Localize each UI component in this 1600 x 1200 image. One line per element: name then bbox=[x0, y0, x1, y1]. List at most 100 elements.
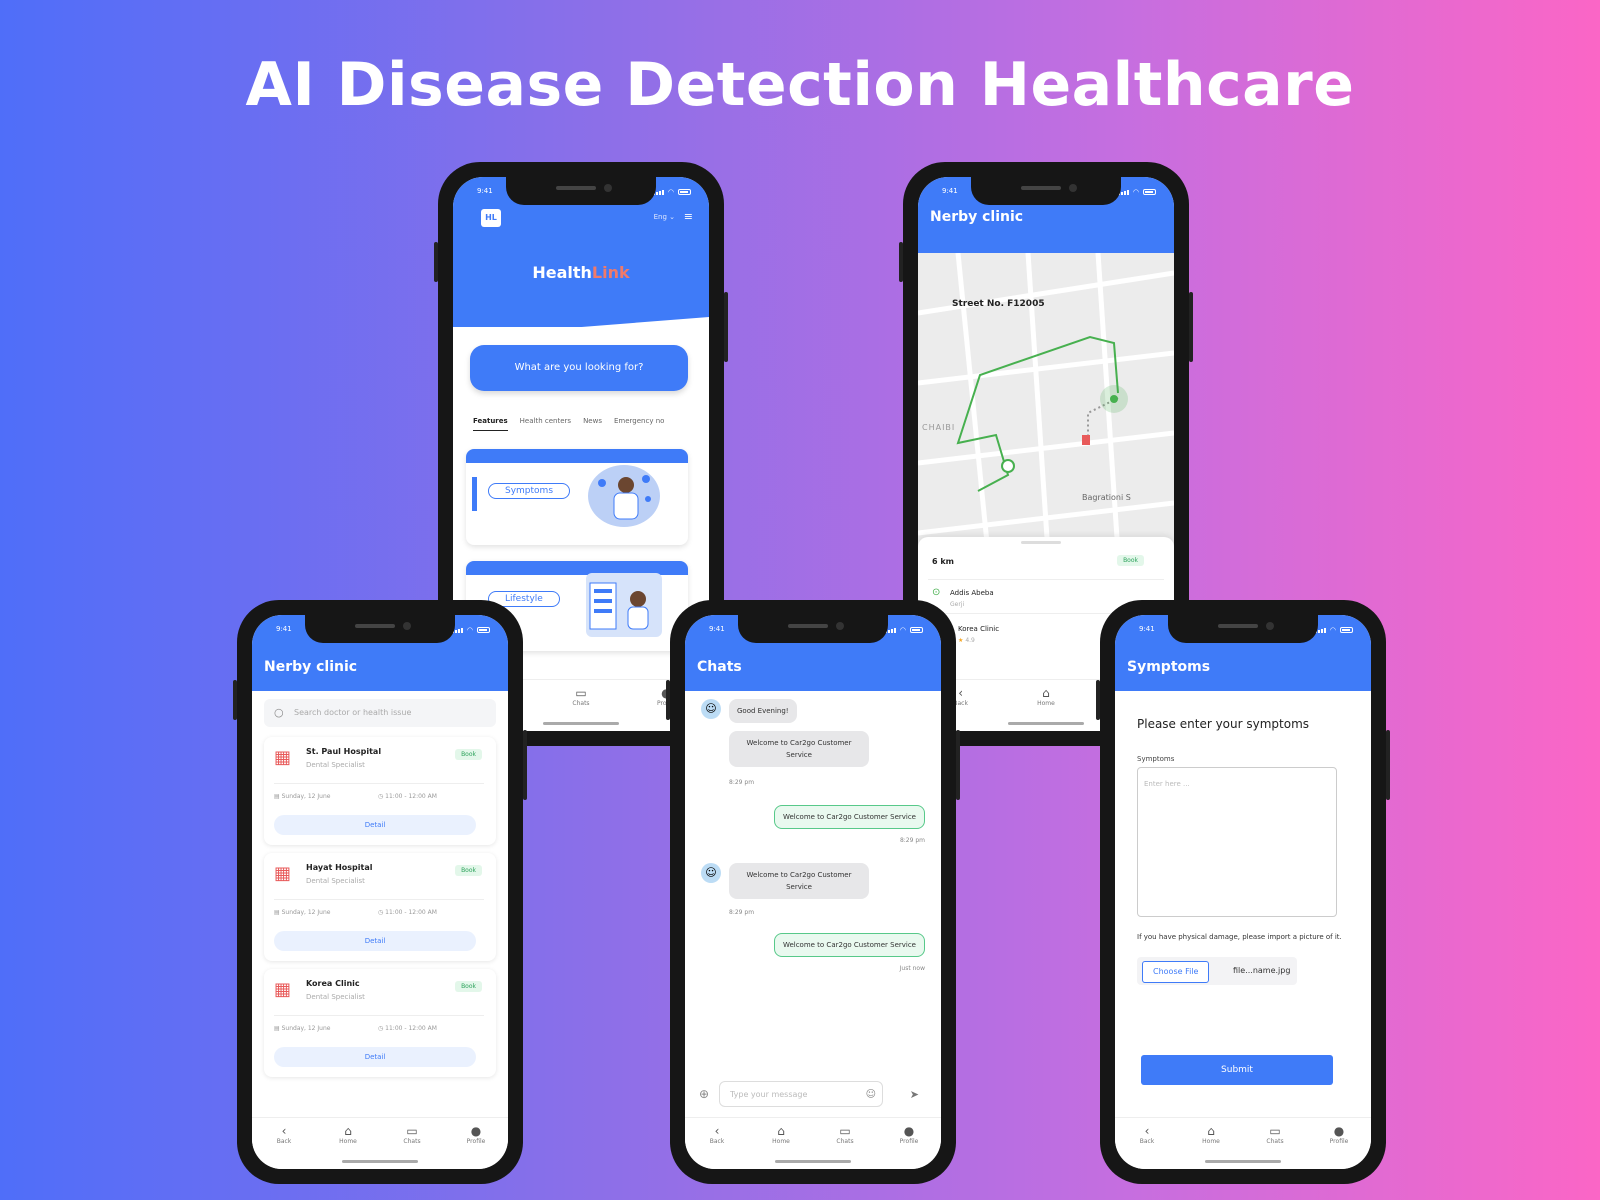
clinic-time-value: 11:00 - 12:00 AM bbox=[385, 793, 437, 800]
message-incoming: Welcome to Car2go Customer Service bbox=[729, 863, 869, 899]
tab-health-centers[interactable]: Health centers bbox=[520, 417, 571, 431]
tab-back[interactable]: ‹ Back bbox=[264, 1124, 304, 1169]
symptoms-placeholder: Enter here ... bbox=[1144, 780, 1190, 788]
tab-news[interactable]: News bbox=[583, 417, 602, 431]
tab-home-label: Home bbox=[339, 1138, 357, 1145]
book-button[interactable]: Book bbox=[455, 749, 482, 760]
chat-icon: ▭ bbox=[406, 1124, 418, 1138]
back-icon: ‹ bbox=[281, 1124, 287, 1138]
calendar-icon: ▤ bbox=[274, 1025, 280, 1032]
status-time: 9:41 bbox=[477, 187, 493, 195]
header-wedge bbox=[453, 317, 709, 337]
doctor-illustration bbox=[588, 465, 660, 527]
back-icon: ‹ bbox=[1144, 1124, 1150, 1138]
clinic-time: ◷ 11:00 - 12:00 AM bbox=[378, 909, 437, 916]
status-time: 9:41 bbox=[276, 625, 292, 633]
chat-title: Chats bbox=[697, 659, 742, 675]
tab-profile[interactable]: ●Profile bbox=[889, 1124, 929, 1169]
tab-back[interactable]: ‹ Back bbox=[697, 1124, 737, 1169]
tab-features[interactable]: Features bbox=[473, 417, 508, 431]
profile-icon: ● bbox=[1333, 1124, 1345, 1138]
clinic-date-value: Sunday, 12 June bbox=[281, 793, 331, 800]
tab-chats-label: Chats bbox=[1266, 1138, 1284, 1145]
status-time: 9:41 bbox=[709, 625, 725, 633]
street-label: Street No. F12005 bbox=[952, 299, 1045, 309]
choose-file-button[interactable]: Choose File bbox=[1142, 961, 1210, 983]
emoji-icon[interactable]: ☺ bbox=[866, 1082, 876, 1108]
clinic-list-screen: Nerby clinic 9:41 ◠ ○ Search doctor or hea… bbox=[252, 615, 508, 1169]
clinic-date: ▤ Sunday, 12 June bbox=[274, 1025, 330, 1032]
book-button[interactable]: Book bbox=[1117, 555, 1144, 566]
detail-button[interactable]: Detail bbox=[274, 931, 476, 951]
book-button[interactable]: Book bbox=[455, 981, 482, 992]
sheet-handle[interactable] bbox=[1021, 541, 1061, 544]
feature-card-symptoms[interactable]: Symptoms bbox=[466, 449, 688, 545]
battery-icon bbox=[1143, 189, 1156, 195]
wifi-icon: ◠ bbox=[466, 626, 473, 634]
clinic-date: ▤ Sunday, 12 June bbox=[274, 793, 330, 800]
battery-icon bbox=[910, 627, 923, 633]
clinic-specialty: Dental Specialist bbox=[306, 877, 365, 885]
tab-profile-label: Profile bbox=[1329, 1138, 1349, 1145]
clinic-name: Korea Clinic bbox=[958, 625, 1000, 633]
tab-profile[interactable]: ●Profile bbox=[456, 1124, 496, 1169]
brand-health: Health bbox=[532, 263, 592, 282]
upload-note: If you have physical damage, please impo… bbox=[1137, 933, 1342, 941]
detail-button[interactable]: Detail bbox=[274, 815, 476, 835]
home-icon: ⌂ bbox=[1207, 1124, 1215, 1138]
file-input: Choose File file...name.jpg bbox=[1137, 957, 1297, 985]
tab-back[interactable]: ‹ Back bbox=[1127, 1124, 1167, 1169]
clinic-rating-value: 4.9 bbox=[965, 637, 975, 644]
search-input[interactable]: ○ Search doctor or health issue bbox=[264, 699, 496, 727]
clinic-name: Korea Clinic bbox=[306, 979, 360, 988]
language-select[interactable]: Eng ⌄ bbox=[654, 213, 675, 221]
submit-button[interactable]: Submit bbox=[1141, 1055, 1333, 1085]
message-time: 8:29 pm bbox=[899, 837, 925, 844]
home-indicator bbox=[775, 1160, 851, 1163]
battery-icon bbox=[678, 189, 691, 195]
brand-title: HealthLink bbox=[453, 263, 709, 282]
add-attachment-icon[interactable]: ⊕ bbox=[699, 1087, 709, 1101]
feature-pill-symptoms: Symptoms bbox=[488, 483, 571, 499]
wifi-icon: ◠ bbox=[667, 188, 674, 196]
app-logo: HL bbox=[481, 209, 501, 227]
chat-icon: ▭ bbox=[839, 1124, 851, 1138]
menu-icon[interactable]: ≡ bbox=[684, 210, 693, 223]
tab-emergency[interactable]: Emergency no bbox=[614, 417, 664, 431]
book-button[interactable]: Book bbox=[455, 865, 482, 876]
tab-profile-label: Profile bbox=[899, 1138, 919, 1145]
star-icon: ★ bbox=[958, 637, 964, 644]
home-indicator bbox=[1205, 1160, 1281, 1163]
send-icon[interactable]: ➤ bbox=[910, 1088, 919, 1101]
wifi-icon: ◠ bbox=[899, 626, 906, 634]
search-placeholder: Search doctor or health issue bbox=[294, 708, 412, 717]
clinic-card[interactable]: ▦ St. Paul Hospital Dental Specialist Bo… bbox=[264, 737, 496, 845]
agent-avatar: ☺ bbox=[701, 863, 721, 883]
symptoms-screen: Symptoms 9:41 ◠ Please enter your symptom… bbox=[1115, 615, 1371, 1169]
battery-icon bbox=[477, 627, 490, 633]
home-tabs: Features Health centers News Emergency n… bbox=[473, 417, 664, 431]
clinic-name: Hayat Hospital bbox=[306, 863, 373, 872]
place-name: Addis Abeba bbox=[950, 589, 994, 597]
home-icon: ⌂ bbox=[344, 1124, 352, 1138]
tab-profile[interactable]: ●Profile bbox=[1319, 1124, 1359, 1169]
clinic-time: ◷ 11:00 - 12:00 AM bbox=[378, 1025, 437, 1032]
message-input[interactable]: Type your message ☺ bbox=[719, 1081, 883, 1107]
detail-button[interactable]: Detail bbox=[274, 1047, 476, 1067]
search-button[interactable]: What are you looking for? bbox=[470, 345, 688, 391]
profile-icon: ● bbox=[470, 1124, 482, 1138]
tab-chats-label: Chats bbox=[572, 700, 590, 707]
message-time: Just now bbox=[899, 965, 925, 972]
search-icon: ○ bbox=[274, 706, 284, 719]
map-view[interactable]: Street No. F12005 CHAIBI Bagrationi S bbox=[918, 253, 1174, 553]
tab-home-label: Home bbox=[1202, 1138, 1220, 1145]
clinic-card[interactable]: ▦ Hayat Hospital Dental Specialist Book … bbox=[264, 853, 496, 961]
home-indicator bbox=[1008, 722, 1084, 725]
pharmacy-illustration bbox=[586, 573, 662, 637]
notch bbox=[506, 177, 656, 205]
symptoms-textarea[interactable]: Enter here ... bbox=[1137, 767, 1337, 917]
map-streets bbox=[918, 253, 1174, 553]
phone-chats: Chats 9:41 ◠ ☺ Good Evening! Welcome to C… bbox=[666, 600, 960, 1184]
clinic-card[interactable]: ▦ Korea Clinic Dental Specialist Book ▤ … bbox=[264, 969, 496, 1077]
distance-label: 6 km bbox=[932, 557, 955, 566]
